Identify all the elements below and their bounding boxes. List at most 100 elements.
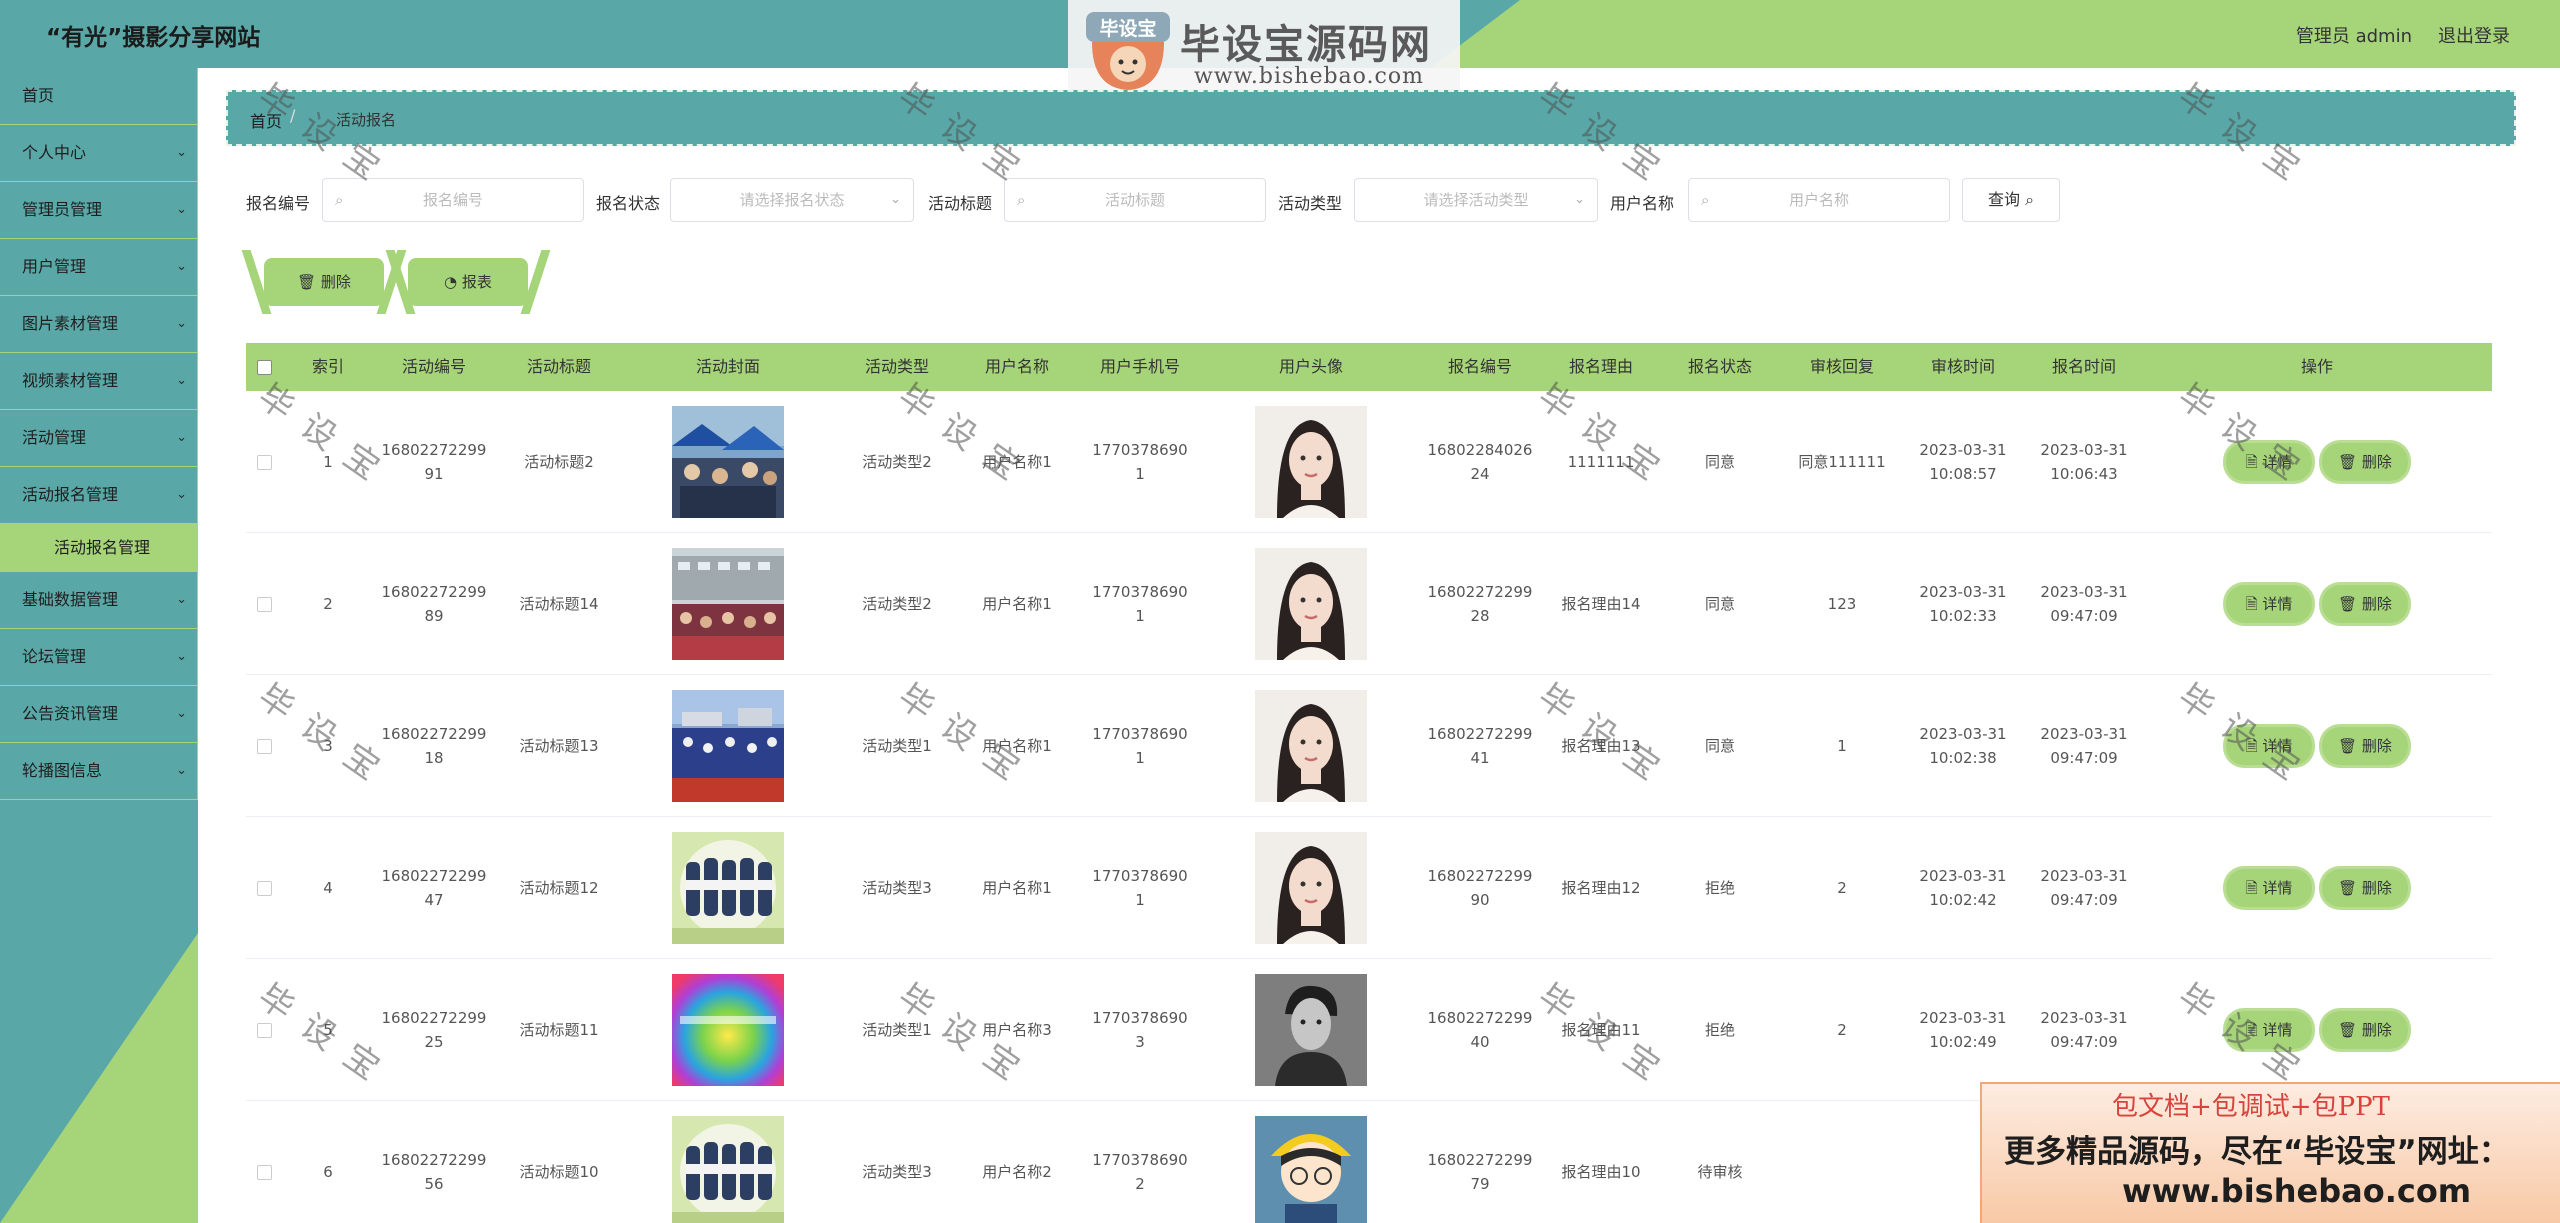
sidebar-item-label: 图片素材管理: [22, 314, 119, 333]
cell-title: 活动标题12: [519, 879, 599, 897]
row-delete-button[interactable]: 🗑 删除: [2322, 585, 2408, 623]
sidebar-item[interactable]: 活动报名管理 ⌄: [0, 467, 198, 524]
cell-enroll-time: 2023-03-31 09:47:09: [2040, 867, 2128, 909]
cell-type: 活动类型3: [862, 879, 932, 897]
status-select[interactable]: 请选择报名状态 ⌄: [670, 178, 914, 222]
query-button[interactable]: 查询 ⌕: [1962, 178, 2060, 222]
sidebar-item[interactable]: 论坛管理 ⌄: [0, 629, 198, 686]
row-checkbox[interactable]: [256, 1022, 272, 1038]
chevron-down-icon: ⌄: [176, 706, 187, 721]
svg-text:毕设宝: 毕设宝: [1099, 17, 1156, 40]
detail-button[interactable]: 🗎 详情: [2226, 869, 2312, 907]
document-icon: 🗎: [2245, 737, 2258, 755]
detail-button[interactable]: 🗎 详情: [2226, 585, 2312, 623]
cell-avatar: [1208, 675, 1414, 817]
cell-enroll-time: 2023-03-31 09:47:09: [2040, 725, 2128, 767]
sidebar-subitem-active[interactable]: 活动报名管理: [0, 524, 198, 572]
row-delete-button[interactable]: 🗑 删除: [2322, 869, 2408, 907]
sidebar-item[interactable]: 首页: [0, 68, 198, 125]
table-row[interactable]: 3 16802272299 18 活动标题13 活动类型1 用户名称1 1770378690…: [246, 675, 2492, 817]
row-checkbox[interactable]: [256, 454, 272, 470]
cell-cover: [624, 959, 832, 1101]
students-group-image: [672, 832, 784, 944]
column-header: 报名编号: [1447, 357, 1512, 376]
sidebar-item[interactable]: 管理员管理 ⌄: [0, 182, 198, 239]
cell-cover: [624, 817, 832, 959]
row-checkbox[interactable]: [256, 738, 272, 754]
select-all-checkbox[interactable]: [246, 343, 282, 391]
cell-avatar: [1208, 533, 1414, 675]
column-header: 活动类型: [864, 357, 929, 376]
type-select[interactable]: 请选择活动类型 ⌄: [1354, 178, 1598, 222]
cell-user: 用户名称1: [982, 595, 1052, 613]
crowd-field-image: [672, 690, 784, 802]
cell-type: 活动类型2: [862, 453, 932, 471]
cell-reason: 报名理由13: [1561, 737, 1641, 755]
cell-type: 活动类型1: [862, 737, 932, 755]
row-checkbox[interactable]: [256, 880, 272, 896]
cell-index: 2: [323, 595, 333, 613]
user-input[interactable]: ⌕ 用户名称: [1688, 178, 1950, 222]
document-icon: 🗎: [2245, 879, 2258, 897]
sidebar-item[interactable]: 个人中心 ⌄: [0, 125, 198, 182]
sidebar-item[interactable]: 基础数据管理 ⌄: [0, 572, 198, 629]
sidebar-item[interactable]: 活动管理 ⌄: [0, 410, 198, 467]
column-header: 活动编号: [401, 357, 466, 376]
detail-button[interactable]: 🗎 详情: [2226, 1011, 2312, 1049]
cell-audit-time: 2023-03-31 10:02:42: [1919, 867, 2007, 909]
trash-icon: 🗑: [2338, 737, 2358, 755]
table-row[interactable]: 4 16802272299 47 活动标题12 活动类型3 用户名称1 1770378690…: [246, 817, 2492, 959]
logout-link[interactable]: 退出登录: [2438, 22, 2510, 48]
table-row[interactable]: 5 16802272299 25 活动标题11 活动类型1 用户名称3 1770378690…: [246, 959, 2492, 1101]
cell-type: 活动类型1: [862, 1021, 932, 1039]
cell-activity-no: 16802272299 18: [381, 725, 487, 767]
cell-enroll-no: 16802272299 28: [1427, 583, 1533, 625]
column-header: 报名理由: [1568, 357, 1633, 376]
cell-enroll-no: 16802272299 79: [1427, 1151, 1533, 1193]
table-row[interactable]: 1 16802272299 91 活动标题2 活动类型2 用户名称1 1770378690 1…: [246, 391, 2492, 533]
promo-line-1: 包文档+包调试+包PPT: [2112, 1092, 2390, 1122]
cell-index: 1: [323, 453, 333, 471]
report-button[interactable]: ◔ 报表: [408, 258, 528, 306]
cell-title: 活动标题14: [519, 595, 599, 613]
sidebar-item[interactable]: 视频素材管理 ⌄: [0, 353, 198, 410]
trash-icon: 🗑: [2338, 1021, 2358, 1039]
checkbox[interactable]: [256, 359, 272, 375]
table-row[interactable]: 2 16802272299 89 活动标题14 活动类型2 用户名称1 1770378690…: [246, 533, 2492, 675]
sidebar-item[interactable]: 图片素材管理 ⌄: [0, 296, 198, 353]
sidebar-item[interactable]: 公告资讯管理 ⌄: [0, 686, 198, 743]
row-delete-button[interactable]: 🗑 删除: [2322, 1011, 2408, 1049]
chevron-down-icon: ⌄: [176, 487, 187, 502]
search-icon: ⌕: [1017, 191, 1026, 209]
title-input[interactable]: ⌕ 活动标题: [1004, 178, 1266, 222]
enroll-no-input[interactable]: ⌕ 报名编号: [322, 178, 584, 222]
type-label: 活动类型: [1278, 194, 1343, 213]
detail-button[interactable]: 🗎 详情: [2226, 727, 2312, 765]
pie-chart-icon: ◔: [444, 273, 458, 291]
row-delete-button[interactable]: 🗑 删除: [2322, 443, 2408, 481]
bulk-delete-button[interactable]: 🗑 删除: [264, 258, 384, 306]
sidebar-item-label: 用户管理: [22, 257, 87, 276]
trash-icon: 🗑: [2338, 453, 2358, 471]
cell-reply: 同意111111: [1798, 453, 1886, 471]
detail-button[interactable]: 🗎 详情: [2226, 443, 2312, 481]
chevron-down-icon: ⌄: [176, 316, 187, 331]
search-icon: ⌕: [1701, 191, 1710, 209]
cell-avatar: [1208, 1101, 1414, 1223]
breadcrumb-separator: /: [290, 106, 296, 125]
row-checkbox[interactable]: [256, 596, 272, 612]
cell-reason: 报名理由11: [1561, 1021, 1641, 1039]
column-header: 报名时间: [2051, 357, 2116, 376]
cell-audit-time: 2023-03-31 10:08:57: [1919, 441, 2007, 483]
breadcrumb-current: 活动报名: [336, 111, 397, 129]
sidebar-item[interactable]: 轮播图信息 ⌄: [0, 743, 198, 800]
row-checkbox[interactable]: [256, 1164, 272, 1180]
promo-banner[interactable]: 包文档+包调试+包PPT 更多精品源码，尽在“毕设宝”网址： www.bishe…: [1980, 1082, 2560, 1223]
row-delete-button[interactable]: 🗑 删除: [2322, 727, 2408, 765]
cell-activity-no: 16802272299 47: [381, 867, 487, 909]
sidebar-item-label: 论坛管理: [22, 647, 87, 666]
title-label: 活动标题: [928, 194, 993, 213]
breadcrumb-home[interactable]: 首页: [250, 108, 282, 132]
column-header: 审核回复: [1809, 357, 1874, 376]
sidebar-item[interactable]: 用户管理 ⌄: [0, 239, 198, 296]
